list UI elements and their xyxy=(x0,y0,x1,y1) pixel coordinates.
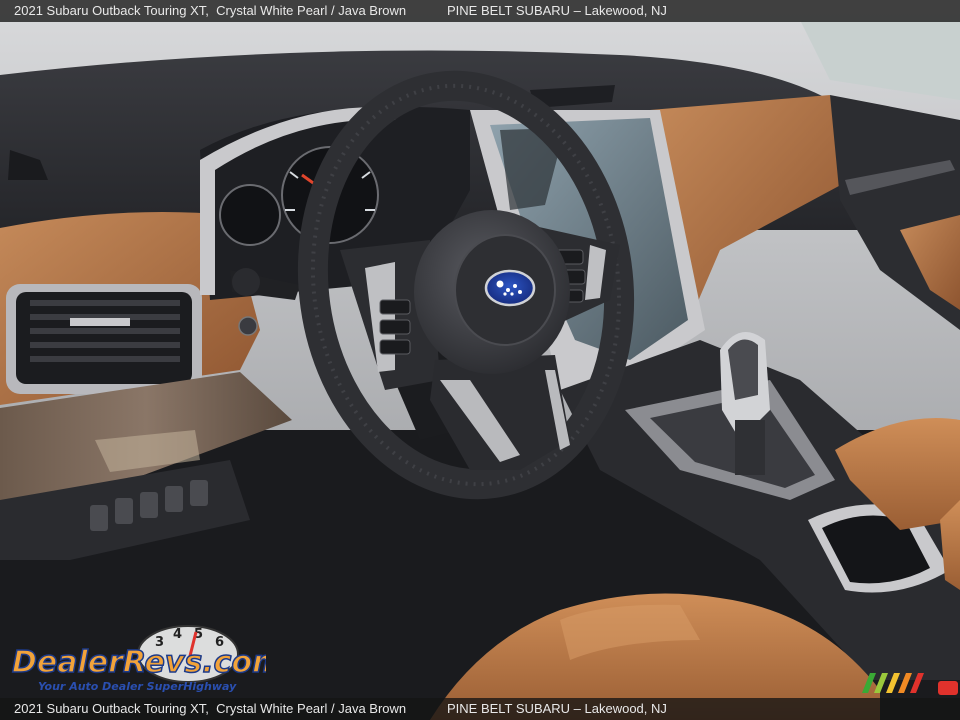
caption-dealer-top: PINE BELT SUBARU – Lakewood, NJ xyxy=(447,3,667,18)
caption-bar-bottom: 2021 Subaru Outback Touring XT, Crystal … xyxy=(0,698,960,720)
subaru-badge xyxy=(484,269,536,307)
caption-vehicle-top: 2021 Subaru Outback Touring XT, Crystal … xyxy=(14,3,407,18)
watermark-tagline: Your Auto Dealer SuperHighway xyxy=(38,680,237,693)
photo-frame: 2021 Subaru Outback Touring XT, Crystal … xyxy=(0,0,960,720)
start-button xyxy=(238,316,258,336)
caption-color-bottom: Crystal White Pearl / Java Brown xyxy=(216,701,407,716)
caption-vehicle-bottom: 2021 Subaru Outback Touring XT, Crystal … xyxy=(14,701,407,716)
caption-bar-top: 2021 Subaru Outback Touring XT, Crystal … xyxy=(0,0,960,22)
gauge-digit-4: 4 xyxy=(173,627,182,642)
watermark-brand-text: DealerRevs.com xyxy=(12,645,266,680)
caption-color-top: Crystal White Pearl / Java Brown xyxy=(216,3,407,18)
red-badge xyxy=(938,681,958,695)
rainbow-stripes-logo xyxy=(862,673,924,693)
interior-photo xyxy=(0,0,960,720)
dealerrevs-watermark-logo: 3 4 5 6 DealerRevs.com Your Auto Dealer … xyxy=(11,625,266,693)
caption-dealer-bottom: PINE BELT SUBARU – Lakewood, NJ xyxy=(447,701,667,716)
